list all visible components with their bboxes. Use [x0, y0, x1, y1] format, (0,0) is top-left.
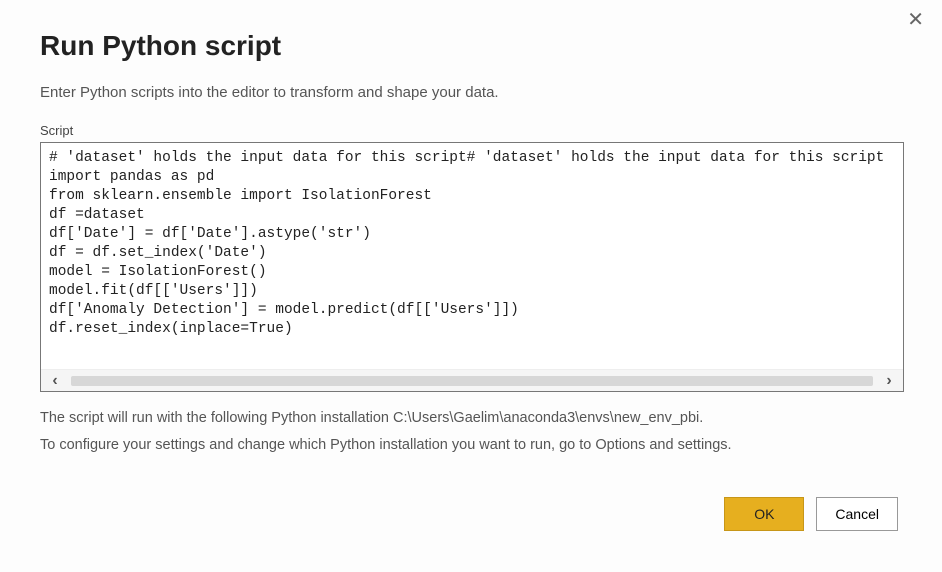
- scroll-left-icon[interactable]: ‹: [41, 372, 69, 390]
- close-icon[interactable]: ✕: [907, 10, 924, 30]
- dialog-button-row: OK Cancel: [40, 497, 902, 531]
- scrollbar-track[interactable]: [71, 376, 873, 386]
- horizontal-scrollbar[interactable]: ‹ ›: [41, 369, 903, 391]
- run-python-script-dialog: ✕ Run Python script Enter Python scripts…: [0, 0, 942, 551]
- dialog-title: Run Python script: [40, 30, 902, 62]
- script-label: Script: [40, 123, 902, 138]
- cancel-button[interactable]: Cancel: [816, 497, 898, 531]
- script-editor[interactable]: # 'dataset' holds the input data for thi…: [40, 142, 904, 392]
- configure-info: To configure your settings and change wh…: [40, 433, 902, 458]
- install-path-info: The script will run with the following P…: [40, 406, 902, 431]
- scroll-right-icon[interactable]: ›: [875, 372, 903, 390]
- dialog-subtitle: Enter Python scripts into the editor to …: [40, 84, 902, 101]
- script-content[interactable]: # 'dataset' holds the input data for thi…: [41, 143, 903, 363]
- ok-button[interactable]: OK: [724, 497, 804, 531]
